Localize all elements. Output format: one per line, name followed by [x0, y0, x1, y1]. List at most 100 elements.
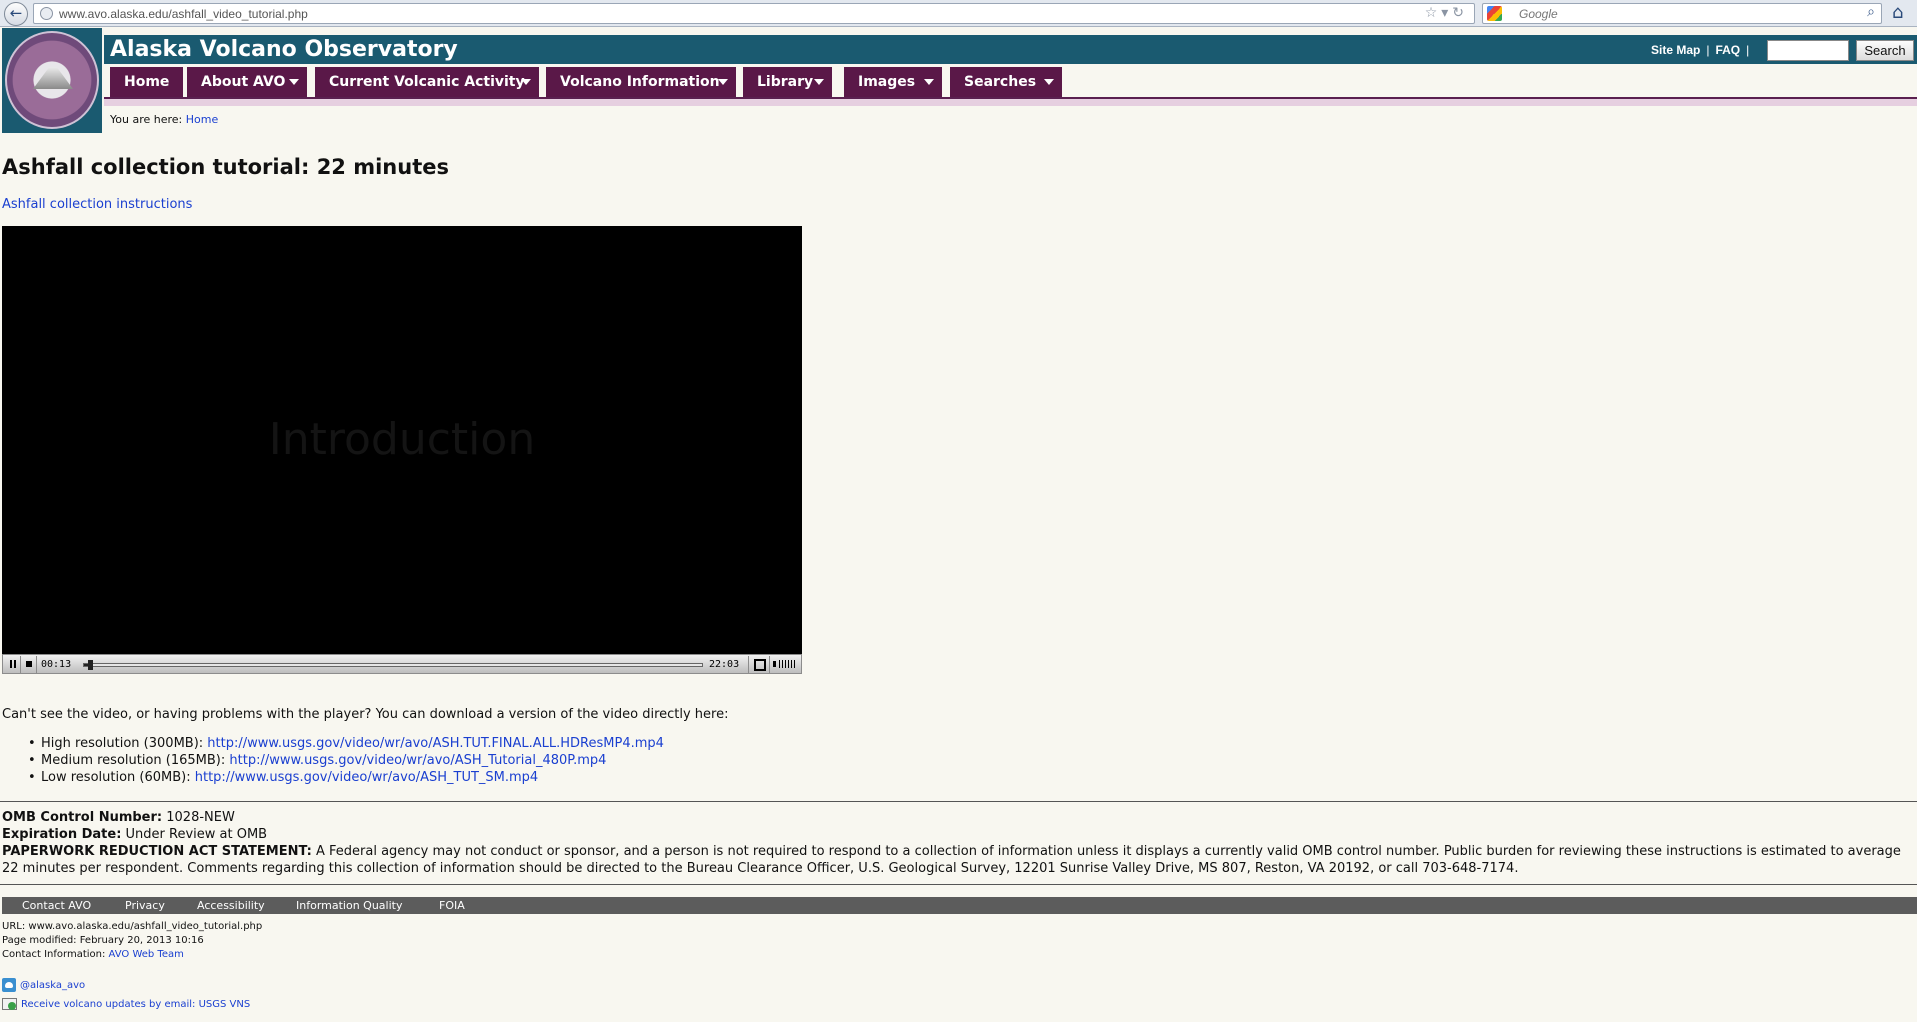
- download-intro: Can't see the video, or having problems …: [2, 707, 729, 722]
- breadcrumb-home-link[interactable]: Home: [186, 113, 218, 126]
- control-divider: [20, 656, 21, 673]
- pra-label: PAPERWORK REDUCTION ACT STATEMENT:: [2, 844, 312, 859]
- pause-icon[interactable]: [9, 657, 17, 672]
- avo-logo[interactable]: [2, 28, 102, 133]
- footer-contact-label: Contact Information:: [2, 949, 106, 960]
- total-time: 22:03: [709, 659, 740, 670]
- omb-expiration-label: Expiration Date:: [2, 827, 122, 842]
- current-time: 00:13: [41, 659, 72, 670]
- nav-home-label: Home: [124, 74, 170, 90]
- nav-library[interactable]: Library: [743, 67, 832, 97]
- nav-volcano-information[interactable]: Volcano Information: [546, 67, 736, 97]
- avo-seal-image: [5, 31, 99, 129]
- download-list: High resolution (300MB): http://www.usgs…: [28, 736, 664, 787]
- footer-info: URL: www.avo.alaska.edu/ashfall_video_tu…: [2, 920, 262, 962]
- omb-control-label: OMB Control Number:: [2, 810, 163, 825]
- seek-bar[interactable]: [83, 660, 703, 670]
- footer-modified: Page modified: February 20, 2013 10:16: [2, 935, 204, 946]
- nav-images-label: Images: [858, 74, 916, 90]
- omb-control-value: 1028-NEW: [166, 810, 235, 825]
- section-divider: [0, 884, 1917, 885]
- list-item: Low resolution (60MB): http://www.usgs.g…: [28, 770, 664, 787]
- omb-expiration-value: Under Review at OMB: [125, 827, 268, 842]
- footer-link-privacy[interactable]: Privacy: [125, 899, 165, 912]
- omb-statement: OMB Control Number: 1028-NEW Expiration …: [2, 809, 1914, 877]
- avo-web-team-link[interactable]: AVO Web Team: [109, 949, 184, 960]
- ashfall-instructions-link[interactable]: Ashfall collection instructions: [2, 197, 192, 212]
- control-divider: [748, 656, 749, 673]
- address-url: www.avo.alaska.edu/ashfall_video_tutoria…: [59, 7, 308, 21]
- site-search-button[interactable]: Search: [1856, 40, 1914, 61]
- page-title: Ashfall collection tutorial: 22 minutes: [2, 155, 449, 179]
- download-link-medium[interactable]: http://www.usgs.gov/video/wr/avo/ASH_Tut…: [229, 753, 606, 768]
- fullscreen-icon[interactable]: [753, 657, 766, 672]
- nav-current-volcanic-activity-label: Current Volcanic Activity: [329, 74, 525, 90]
- twitter-row: @alaska_avo: [2, 978, 85, 992]
- pra-statement-row: PAPERWORK REDUCTION ACT STATEMENT: A Fed…: [2, 843, 1914, 877]
- nav-about-avo[interactable]: About AVO: [187, 67, 307, 97]
- browser-toolbar: ← www.avo.alaska.edu/ashfall_video_tutor…: [0, 0, 1917, 27]
- chevron-down-icon: [924, 79, 934, 85]
- footer-link-contact[interactable]: Contact AVO: [22, 899, 91, 912]
- list-item: High resolution (300MB): http://www.usgs…: [28, 736, 664, 753]
- footer-url: URL: www.avo.alaska.edu/ashfall_video_tu…: [2, 921, 263, 932]
- breadcrumb: You are here: Home: [110, 113, 218, 126]
- browser-search-field[interactable]: Google ⌕: [1482, 3, 1882, 24]
- address-bar[interactable]: www.avo.alaska.edu/ashfall_video_tutoria…: [33, 3, 1475, 24]
- nav-searches-label: Searches: [964, 74, 1037, 90]
- nav-library-label: Library: [757, 74, 814, 90]
- download-label: High resolution (300MB):: [41, 736, 204, 751]
- nav-volcano-information-label: Volcano Information: [560, 74, 720, 90]
- faq-link[interactable]: FAQ: [1715, 43, 1740, 57]
- download-link-high[interactable]: http://www.usgs.gov/video/wr/avo/ASH.TUT…: [207, 736, 664, 751]
- footer-link-foia[interactable]: FOIA: [439, 899, 465, 912]
- bookmark-star-icon[interactable]: ☆▾↻: [1425, 5, 1468, 21]
- chevron-down-icon: [1044, 79, 1054, 85]
- site-header: Alaska Volcano Observatory Site Map | FAQ |…: [104, 35, 1917, 64]
- twitter-link[interactable]: @alaska_avo: [20, 980, 85, 991]
- nav-home[interactable]: Home: [110, 67, 183, 97]
- globe-icon: [40, 7, 53, 20]
- chevron-down-icon: [814, 79, 824, 85]
- utility-links: Site Map | FAQ |: [1651, 43, 1755, 57]
- section-divider: [0, 801, 1917, 802]
- home-icon[interactable]: ⌂: [1892, 2, 1903, 23]
- chevron-down-icon: [521, 79, 531, 85]
- nav-images[interactable]: Images: [844, 67, 942, 97]
- back-arrow-icon[interactable]: ←: [4, 2, 28, 26]
- browser-search-placeholder: Google: [1519, 7, 1558, 21]
- breadcrumb-prefix: You are here:: [110, 113, 183, 126]
- download-link-low[interactable]: http://www.usgs.gov/video/wr/avo/ASH_TUT…: [195, 770, 538, 785]
- control-divider: [36, 656, 37, 673]
- google-icon: [1487, 6, 1502, 21]
- site-title[interactable]: Alaska Volcano Observatory: [110, 37, 458, 62]
- omb-control-row: OMB Control Number: 1028-NEW: [2, 809, 1914, 826]
- nav-about-avo-label: About AVO: [201, 74, 286, 90]
- search-icon[interactable]: ⌕: [1867, 4, 1875, 20]
- video-frame-title: Introduction: [268, 414, 536, 465]
- stop-icon[interactable]: [25, 657, 33, 672]
- list-item: Medium resolution (165MB): http://www.us…: [28, 753, 664, 770]
- video-player[interactable]: Introduction: [2, 226, 802, 654]
- email-updates-row: Receive volcano updates by email: USGS V…: [2, 998, 250, 1010]
- seek-handle[interactable]: [88, 660, 94, 670]
- email-updates-link[interactable]: Receive volcano updates by email: USGS V…: [21, 999, 250, 1010]
- download-label: Low resolution (60MB):: [41, 770, 191, 785]
- footer-contact: Contact Information: AVO Web Team: [2, 948, 262, 962]
- omb-expiration-row: Expiration Date: Under Review at OMB: [2, 826, 1914, 843]
- volume-icon[interactable]: [773, 657, 799, 672]
- footer-link-information-quality[interactable]: Information Quality: [296, 899, 402, 912]
- nav-searches[interactable]: Searches: [950, 67, 1062, 97]
- footer-links-bar: Contact AVO Privacy Accessibility Inform…: [2, 897, 1917, 914]
- utility-separator: |: [1706, 43, 1710, 57]
- email-icon[interactable]: [2, 998, 17, 1010]
- nav-stripe: [104, 99, 1917, 106]
- footer-link-accessibility[interactable]: Accessibility: [197, 899, 265, 912]
- site-map-link[interactable]: Site Map: [1651, 43, 1700, 57]
- video-controls: 00:13 22:03: [2, 654, 802, 674]
- chevron-down-icon: [718, 79, 728, 85]
- site-search-input[interactable]: [1767, 40, 1849, 61]
- nav-current-volcanic-activity[interactable]: Current Volcanic Activity: [315, 67, 539, 97]
- utility-separator: |: [1746, 43, 1750, 57]
- twitter-icon[interactable]: [2, 978, 16, 992]
